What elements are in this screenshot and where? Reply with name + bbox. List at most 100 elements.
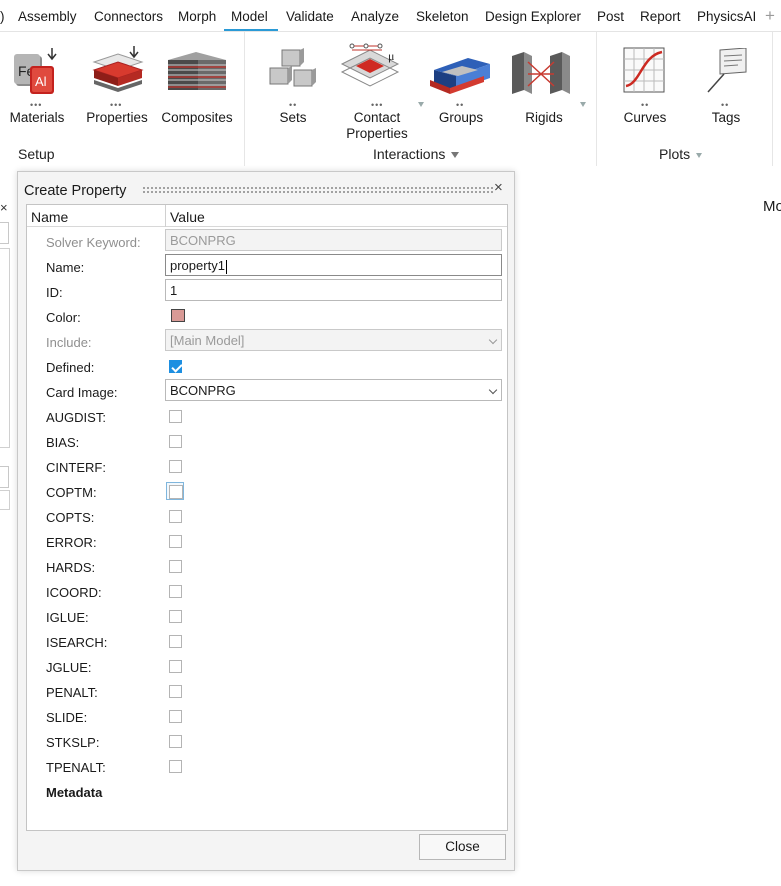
- rigids-icon: [512, 52, 570, 94]
- properties-tool[interactable]: ••• Properties: [84, 46, 150, 146]
- solver-keyword-field: BCONPRG: [165, 229, 502, 251]
- column-header-value[interactable]: Value: [170, 209, 205, 225]
- name-field[interactable]: property1: [165, 254, 502, 276]
- groups-tool[interactable]: •• Groups: [426, 46, 496, 146]
- plus-icon[interactable]: +: [765, 6, 775, 26]
- menu-item-connectors[interactable]: Connectors: [94, 9, 163, 24]
- error-checkbox[interactable]: [169, 535, 182, 548]
- id-field[interactable]: 1: [165, 279, 502, 301]
- svg-text:Al: Al: [35, 74, 47, 89]
- cinterf-checkbox[interactable]: [169, 460, 182, 473]
- property-table: Name Value Solver Keyword: BCONPRG Name:…: [26, 204, 508, 831]
- menu-item-morph[interactable]: Morph: [178, 9, 216, 24]
- rigids-tool[interactable]: Rigids: [508, 46, 580, 146]
- coptm-checkbox[interactable]: [166, 482, 184, 500]
- ribbon-group-plots[interactable]: Plots: [659, 146, 703, 162]
- materials-tool[interactable]: Fe Al ••• Materials: [4, 46, 70, 146]
- chevron-down-icon: [488, 385, 498, 395]
- contact-properties-icon: μ: [340, 43, 400, 87]
- metadata-section-label[interactable]: Metadata: [46, 785, 102, 800]
- icoord-label: ICOORD:: [46, 585, 102, 600]
- sets-tool[interactable]: •• Sets: [264, 46, 322, 146]
- close-icon[interactable]: ×: [494, 180, 506, 195]
- menu-item-analyze[interactable]: Analyze: [351, 9, 399, 24]
- menu-item-physicsai[interactable]: PhysicsAI: [697, 9, 756, 24]
- ribbon: Fe Al ••• Materials ••• Properties Compo…: [0, 32, 781, 166]
- left-panel-edge: ×: [0, 190, 12, 886]
- menu-item-report[interactable]: Report: [640, 9, 681, 24]
- include-label: Include:: [46, 335, 92, 350]
- augdist-label: AUGDIST:: [46, 410, 106, 425]
- name-field-value: property1: [170, 258, 225, 273]
- copts-checkbox[interactable]: [169, 510, 182, 523]
- jglue-label: JGLUE:: [46, 660, 92, 675]
- menu-item-model[interactable]: Model: [231, 9, 268, 24]
- ribbon-separator: [772, 32, 773, 166]
- iglue-label: IGLUE:: [46, 610, 89, 625]
- stkslp-label: STKSLP:: [46, 735, 100, 750]
- curves-tool[interactable]: •• Curves: [612, 46, 678, 146]
- defined-label: Defined:: [46, 360, 95, 375]
- iglue-checkbox[interactable]: [169, 610, 182, 623]
- composites-tool[interactable]: Composites: [160, 46, 234, 146]
- solver-keyword-label: Solver Keyword:: [46, 235, 141, 250]
- include-select-value: [Main Model]: [170, 333, 245, 348]
- bias-checkbox[interactable]: [169, 435, 182, 448]
- sets-label: Sets: [279, 110, 307, 125]
- include-select: [Main Model]: [165, 329, 502, 351]
- penalt-checkbox[interactable]: [169, 685, 182, 698]
- slide-checkbox[interactable]: [169, 710, 182, 723]
- slide-label: SLIDE:: [46, 710, 88, 725]
- augdist-checkbox[interactable]: [169, 410, 182, 423]
- card-image-select[interactable]: BCONPRG: [165, 379, 502, 401]
- menu-item-validate[interactable]: Validate: [286, 9, 334, 24]
- properties-label: Properties: [86, 110, 148, 125]
- tpenalt-label: TPENALT:: [46, 760, 106, 775]
- menu-item-truncated[interactable]: ): [0, 9, 5, 24]
- chevron-down-icon: [696, 152, 703, 158]
- contact-properties-tool[interactable]: μ ••• Contact Properties: [334, 42, 420, 146]
- tags-tool[interactable]: •• Tags: [696, 46, 756, 146]
- menu-item-assembly[interactable]: Assembly: [18, 9, 77, 24]
- composites-label: Composites: [161, 110, 233, 125]
- isearch-checkbox[interactable]: [169, 635, 182, 648]
- tpenalt-checkbox[interactable]: [169, 760, 182, 773]
- menu-item-post[interactable]: Post: [597, 9, 624, 24]
- groups-icon: [430, 58, 490, 94]
- penalt-label: PENALT:: [46, 685, 98, 700]
- groups-label: Groups: [438, 110, 484, 125]
- close-button[interactable]: Close: [419, 834, 506, 860]
- jglue-checkbox[interactable]: [169, 660, 182, 673]
- materials-icon: Fe Al: [14, 48, 57, 94]
- card-image-select-value: BCONPRG: [170, 383, 236, 398]
- close-icon[interactable]: ×: [0, 200, 8, 215]
- left-panel-field[interactable]: [0, 490, 10, 510]
- column-header-name[interactable]: Name: [31, 209, 68, 225]
- left-panel-field[interactable]: [0, 222, 9, 244]
- left-panel-list[interactable]: [0, 248, 10, 448]
- chevron-down-icon[interactable]: [418, 102, 424, 107]
- menu-item-skeleton[interactable]: Skeleton: [416, 9, 469, 24]
- materials-label: Materials: [9, 110, 65, 125]
- left-panel-field[interactable]: [0, 466, 9, 488]
- hards-checkbox[interactable]: [169, 560, 182, 573]
- column-divider[interactable]: [165, 205, 166, 227]
- ribbon-group-setup: Setup: [18, 146, 55, 162]
- tags-label: Tags: [711, 110, 741, 125]
- rigids-label: Rigids: [525, 110, 563, 125]
- stkslp-checkbox[interactable]: [169, 735, 182, 748]
- defined-checkbox[interactable]: [169, 360, 182, 373]
- drag-handle[interactable]: [142, 186, 494, 195]
- color-swatch[interactable]: [171, 309, 185, 322]
- chevron-down-icon[interactable]: [580, 102, 586, 107]
- menu-item-design-explorer[interactable]: Design Explorer: [485, 9, 581, 24]
- card-image-label: Card Image:: [46, 385, 118, 400]
- ribbon-group-plots-label: Plots: [659, 146, 691, 162]
- icoord-checkbox[interactable]: [169, 585, 182, 598]
- ribbon-separator: [244, 32, 245, 166]
- ribbon-group-interactions[interactable]: Interactions: [373, 146, 460, 162]
- color-label: Color:: [46, 310, 81, 325]
- tags-icon: [707, 48, 747, 93]
- properties-icon: [92, 46, 144, 92]
- ribbon-group-interactions-label: Interactions: [373, 146, 446, 162]
